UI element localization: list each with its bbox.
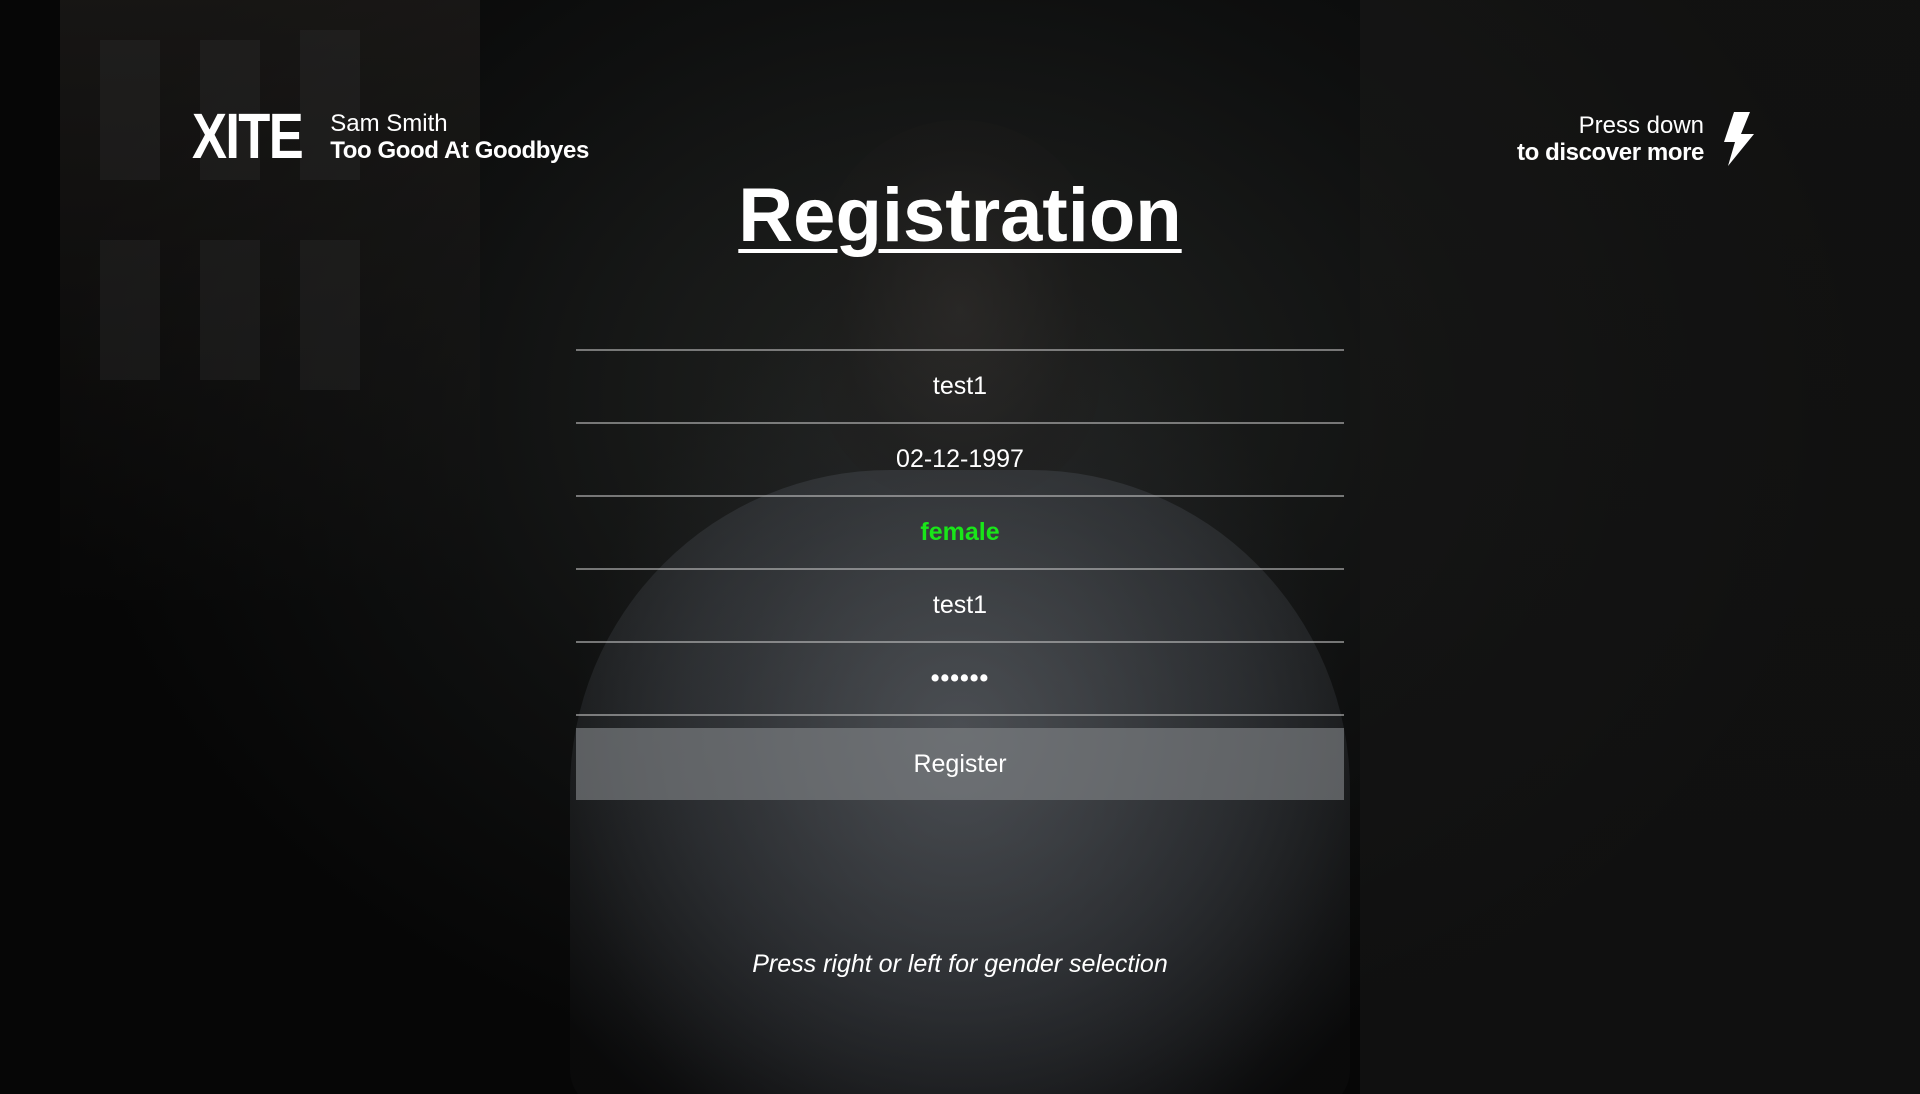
- now-playing-header: XITE Sam Smith Too Good At Goodbyes: [192, 100, 589, 172]
- registration-screen: XITE Sam Smith Too Good At Goodbyes Pres…: [0, 0, 1920, 1094]
- lightning-bolt-icon: [1720, 112, 1756, 166]
- gender-selector[interactable]: female: [576, 495, 1344, 568]
- song-title: Too Good At Goodbyes: [330, 137, 589, 164]
- artist-name: Sam Smith: [330, 110, 448, 137]
- register-button[interactable]: Register: [576, 728, 1344, 800]
- password-field[interactable]: ••••••: [576, 641, 1344, 716]
- discover-hint: Press down to discover more: [1517, 112, 1756, 167]
- discover-hint-line1: Press down: [1578, 112, 1704, 139]
- gender-selection-hint: Press right or left for gender selection: [752, 950, 1168, 978]
- email-field[interactable]: test1: [576, 568, 1344, 641]
- discover-hint-line2: to discover more: [1517, 139, 1704, 166]
- registration-form: test1 02-12-1997 female test1 •••••• Reg…: [576, 349, 1344, 800]
- xite-logo: XITE: [192, 100, 304, 172]
- page-title: Registration: [738, 173, 1182, 258]
- background-building: [60, 0, 480, 600]
- birthdate-field[interactable]: 02-12-1997: [576, 422, 1344, 495]
- username-field[interactable]: test1: [576, 349, 1344, 422]
- now-playing-info: Sam Smith Too Good At Goodbyes: [330, 108, 589, 165]
